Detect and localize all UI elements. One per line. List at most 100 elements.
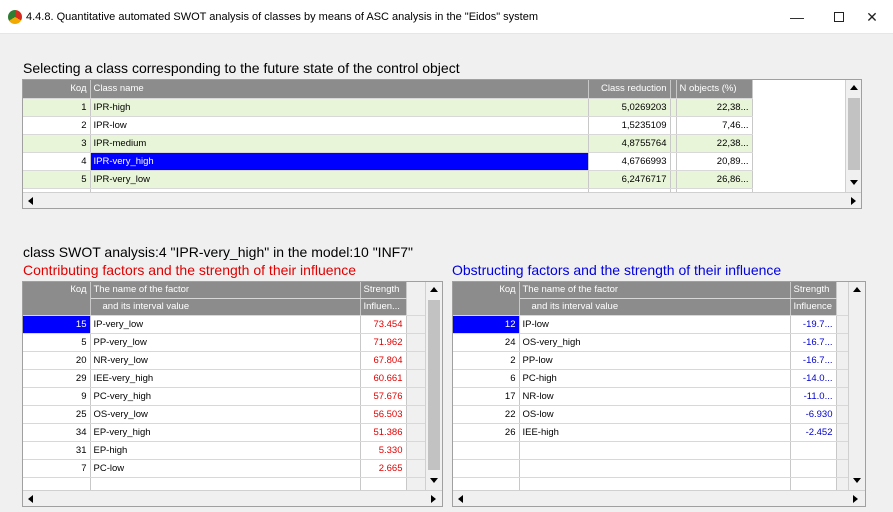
factor-row[interactable]: 5 PP-very_low 71.962 xyxy=(23,333,426,352)
row-code: 1 xyxy=(23,98,91,117)
factor-value: 2.665 xyxy=(360,459,407,478)
row-code: 4 xyxy=(23,152,91,171)
col-class-reduction[interactable]: Class reduction xyxy=(588,80,671,99)
factor-row[interactable]: 20 NR-very_low 67.804 xyxy=(23,351,426,370)
col-code[interactable]: Код xyxy=(453,282,520,316)
row-code: 5 xyxy=(23,170,91,189)
col-factor-name-sub: and its interval value xyxy=(519,298,791,316)
factor-row[interactable]: 22 OS-low -6.930 xyxy=(453,405,850,424)
class-grid-vscroll[interactable] xyxy=(845,80,861,192)
col-code[interactable]: Код xyxy=(23,80,91,99)
factor-name: EP-high xyxy=(90,441,361,460)
class-grid-hscroll[interactable] xyxy=(23,192,861,208)
scroll-down-icon[interactable] xyxy=(430,478,438,483)
obstructing-hscroll[interactable] xyxy=(453,490,865,506)
factor-code: 17 xyxy=(453,387,520,406)
class-row[interactable]: 3 IPR-medium 4,8755764 22,38... xyxy=(23,134,753,153)
factor-row[interactable]: 25 OS-very_low 56.503 xyxy=(23,405,426,424)
col-strength[interactable]: Strength xyxy=(360,282,407,299)
col-strength-sub: Influence xyxy=(790,298,837,316)
maximize-icon xyxy=(834,12,844,22)
factor-row[interactable]: 31 EP-high 5.330 xyxy=(23,441,426,460)
scroll-right-icon[interactable] xyxy=(431,495,436,503)
col-factor-name[interactable]: The name of the factor xyxy=(519,282,791,299)
scroll-thumb[interactable] xyxy=(428,300,440,470)
factor-row[interactable]: 24 OS-very_high -16.7... xyxy=(453,333,850,352)
row-code: 3 xyxy=(23,134,91,153)
factor-value: -2.452 xyxy=(790,423,837,442)
factor-row-empty xyxy=(453,459,850,478)
row-code: 2 xyxy=(23,116,91,135)
class-row[interactable]: 1 IPR-high 5,0269203 22,38... xyxy=(23,98,753,117)
factor-name: NR-low xyxy=(519,387,791,406)
factor-name: PC-low xyxy=(90,459,361,478)
scroll-left-icon[interactable] xyxy=(28,197,33,205)
class-selection-heading: Selecting a class corresponding to the f… xyxy=(23,60,460,76)
contributing-hscroll[interactable] xyxy=(23,490,442,506)
factor-value: 73.454 xyxy=(360,315,407,334)
factor-row[interactable]: 15 IP-very_low 73.454 xyxy=(23,315,426,334)
scroll-down-icon[interactable] xyxy=(850,180,858,185)
factor-row[interactable]: 7 PC-low 2.665 xyxy=(23,459,426,478)
row-name: IPR-high xyxy=(90,98,589,117)
col-code[interactable]: Код xyxy=(23,282,91,316)
window-title: 4.4.8. Quantitative automated SWOT analy… xyxy=(26,11,539,23)
title-bar: 4.4.8. Quantitative automated SWOT analy… xyxy=(0,0,893,34)
factor-name: IEE-very_high xyxy=(90,369,361,388)
row-name: IPR-medium xyxy=(90,134,589,153)
factor-name: OS-very_low xyxy=(90,405,361,424)
col-strength[interactable]: Strength xyxy=(790,282,837,299)
row-nobjects: 22,38... xyxy=(676,134,753,153)
factor-name: IEE-high xyxy=(519,423,791,442)
factor-code: 6 xyxy=(453,369,520,388)
contributing-vscroll[interactable] xyxy=(425,282,442,490)
row-name: IPR-very_low xyxy=(90,170,589,189)
col-class-name[interactable]: Class name xyxy=(90,80,589,99)
minimize-button[interactable]: — xyxy=(776,0,818,34)
factor-row[interactable]: 2 PP-low -16.7... xyxy=(453,351,850,370)
obstructing-vscroll[interactable] xyxy=(848,282,865,490)
class-grid[interactable]: Код Class name Class reduction N objects… xyxy=(22,79,862,209)
row-nobjects: 20,89... xyxy=(676,152,753,171)
factor-code: 12 xyxy=(453,315,520,334)
row-name: IPR-very_high xyxy=(90,152,589,171)
col-factor-name[interactable]: The name of the factor xyxy=(90,282,361,299)
factor-row[interactable]: 12 IP-low -19.7... xyxy=(453,315,850,334)
factor-row[interactable]: 29 IEE-very_high 60.661 xyxy=(23,369,426,388)
factor-code: 2 xyxy=(453,351,520,370)
factor-value: 57.676 xyxy=(360,387,407,406)
factor-value: 5.330 xyxy=(360,441,407,460)
factor-name: PC-very_high xyxy=(90,387,361,406)
factor-code: 22 xyxy=(453,405,520,424)
scroll-right-icon[interactable] xyxy=(853,495,858,503)
scroll-left-icon[interactable] xyxy=(458,495,463,503)
factor-row[interactable]: 17 NR-low -11.0... xyxy=(453,387,850,406)
factor-row[interactable]: 9 PC-very_high 57.676 xyxy=(23,387,426,406)
class-row-selected[interactable]: 4 IPR-very_high 4,6766993 20,89... xyxy=(23,152,753,171)
scroll-left-icon[interactable] xyxy=(28,495,33,503)
col-factor-name-sub: and its interval value xyxy=(90,298,361,316)
obstructing-grid[interactable]: Код The name of the factor Strength and … xyxy=(452,281,866,507)
scroll-thumb[interactable] xyxy=(848,98,860,170)
scroll-up-icon[interactable] xyxy=(850,85,858,90)
row-nobjects: 7,46... xyxy=(676,116,753,135)
scroll-up-icon[interactable] xyxy=(853,287,861,292)
factor-row[interactable]: 26 IEE-high -2.452 xyxy=(453,423,850,442)
factor-code: 15 xyxy=(23,315,91,334)
contributing-grid[interactable]: Код The name of the factor Strength and … xyxy=(22,281,443,507)
scroll-up-icon[interactable] xyxy=(430,287,438,292)
scroll-down-icon[interactable] xyxy=(853,478,861,483)
factor-row[interactable]: 34 EP-very_high 51.386 xyxy=(23,423,426,442)
class-row[interactable]: 5 IPR-very_low 6,2476717 26,86... xyxy=(23,170,753,189)
factor-row[interactable]: 6 PC-high -14.0... xyxy=(453,369,850,388)
close-button[interactable]: ✕ xyxy=(851,0,893,34)
factor-value: 56.503 xyxy=(360,405,407,424)
row-reduction: 5,0269203 xyxy=(588,98,671,117)
factor-name: IP-very_low xyxy=(90,315,361,334)
class-row[interactable]: 2 IPR-low 1,5235109 7,46... xyxy=(23,116,753,135)
factor-code: 29 xyxy=(23,369,91,388)
obstructing-heading: Obstructing factors and the strength of … xyxy=(452,262,782,278)
scroll-right-icon[interactable] xyxy=(851,197,856,205)
col-n-objects[interactable]: N objects (%) xyxy=(676,80,753,99)
factor-name: NR-very_low xyxy=(90,351,361,370)
